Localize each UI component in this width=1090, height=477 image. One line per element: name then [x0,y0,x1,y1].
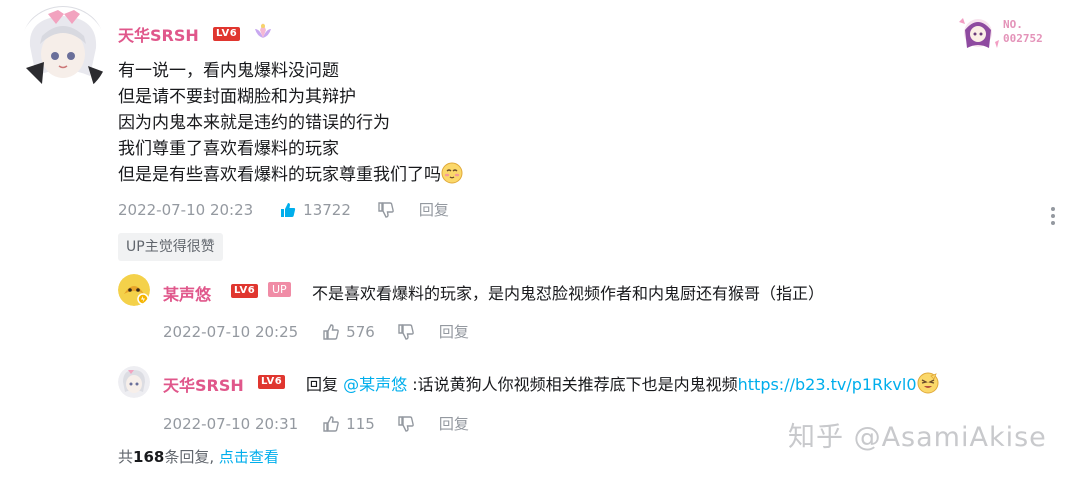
lotus-badge-icon [252,20,274,42]
laughing-face-emoji-icon [917,372,939,394]
reply-1-text: 不是喜欢看爆料的玩家，是内鬼怼脸视频作者和内鬼厨还有猴哥（指正） [312,284,825,303]
comment-line: 我们尊重了喜欢看爆料的玩家 [118,139,339,159]
reply-2-timestamp: 2022-07-10 20:31 [163,414,299,433]
footer-suffix: 条回复, [164,448,215,466]
reply-1-timestamp: 2022-07-10 20:25 [163,322,299,341]
reply-count: 168 [133,448,165,466]
comment-line-last: 但是是有些喜欢看爆料的玩家尊重我们了吗 [118,162,463,188]
reply-2-username[interactable]: 天华SRSH [163,372,244,396]
reply-2-level-badge: LV6 [258,375,286,389]
view-replies-link[interactable]: 点击查看 [219,448,279,466]
reply-2-avatar[interactable] [118,366,150,398]
reply-1-username[interactable]: 某声悠 [163,281,211,305]
main-timestamp: 2022-07-10 20:23 [118,200,254,219]
reply-1-reply-button[interactable]: 回复 [439,321,469,342]
main-level-badge: LV6 [213,27,241,41]
thumbs-down-icon[interactable] [377,201,395,219]
reply-count-footer: 共168条回复, 点击查看 [118,446,279,467]
reply-2-prefix: 回复 [306,375,339,394]
main-like-count: 13722 [303,200,351,219]
reply-2-reply-button[interactable]: 回复 [439,413,469,434]
reply-2-text-line: 回复 @某声悠 :话说黄狗人你视频相关推荐底下也是内鬼视频https://b23… [306,371,939,395]
reply-2-text: :话说黄狗人你视频相关推荐底下也是内鬼视频 [412,375,738,394]
main-reply-button[interactable]: 回复 [419,199,449,220]
reply-2-like-count: 115 [346,414,375,433]
main-commenter-avatar[interactable] [18,6,108,96]
thumbs-down-icon[interactable] [397,415,415,433]
fan-badge-number: NO. 002752 [1003,18,1043,45]
reply-1-avatar[interactable] [118,274,150,306]
comment-line: 有一说一，看内鬼爆料没问题 [118,61,339,81]
watermark: 知乎 @AsamiAkise [788,422,1047,453]
fan-badge: NO. 002752 [955,12,1065,54]
thumbs-up-icon[interactable] [279,201,297,219]
main-comment-text: 有一说一，看内鬼爆料没问题 但是请不要封面糊脸和为其辩护 因为内鬼本来就是违约的… [118,58,463,188]
reply-1-like-count: 576 [346,322,375,341]
reply-1-up-badge: UP [268,282,291,297]
mention-link[interactable]: @某声悠 [343,375,407,394]
reply-1-meta: 2022-07-10 20:25 576 回复 [163,321,469,342]
main-comment-meta: 2022-07-10 20:23 13722 回复 [118,199,449,220]
reply-1-level-badge: LV6 [231,284,259,298]
comment-line: 因为内鬼本来就是违约的错误的行为 [118,113,390,133]
video-link[interactable]: https://b23.tv/p1Rkvl0 [738,375,917,394]
up-liked-tag: UP主觉得很赞 [118,233,223,261]
reply-2-meta: 2022-07-10 20:31 115 回复 [163,413,469,434]
fan-badge-character-icon [955,12,1001,54]
thumbs-down-icon[interactable] [397,323,415,341]
thumbs-up-icon[interactable] [322,323,340,341]
blush-face-emoji-icon [441,162,463,184]
footer-prefix: 共 [118,448,134,466]
main-username[interactable]: 天华SRSH [118,22,199,46]
comment-line: 但是请不要封面糊脸和为其辩护 [118,87,356,107]
thumbs-up-icon[interactable] [322,415,340,433]
more-options-icon[interactable] [1046,204,1060,228]
